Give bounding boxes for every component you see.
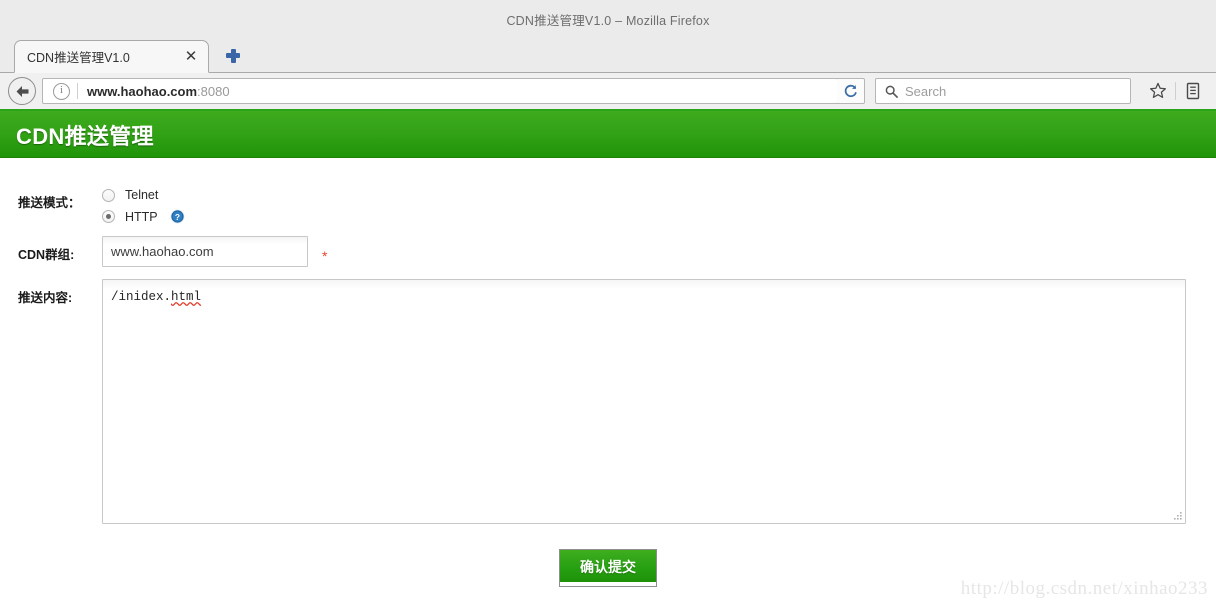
radio-telnet[interactable] <box>102 188 115 202</box>
library-glyph <box>1186 82 1200 100</box>
url-host: www.haohao.com <box>87 83 198 99</box>
form-row-mode: 推送模式： Telnet HTTP ? <box>0 180 1216 224</box>
cdn-group-input[interactable] <box>102 236 308 267</box>
watermark: http://blog.csdn.net/xinhao233 <box>960 578 1208 599</box>
tab-strip: CDN推送管理V1.0 ✕ <box>0 38 1216 73</box>
mode-label: 推送模式： <box>18 196 81 210</box>
bookmark-star-icon[interactable] <box>1143 76 1173 106</box>
star-glyph <box>1149 82 1167 99</box>
url-text: www.haohao.com:8080 <box>87 84 230 99</box>
group-label: CDN群组: <box>18 248 75 262</box>
page-content: CDN推送管理 推送模式： Telnet HTTP ? CDN群组: www.h… <box>0 111 1216 604</box>
reload-glyph <box>844 84 857 97</box>
form-row-content: 推送内容: /inidex.html <box>0 279 1216 524</box>
window-title: CDN推送管理V1.0 – Mozilla Firefox <box>506 13 710 28</box>
plus-icon[interactable] <box>217 40 247 70</box>
browser-window: CDN推送管理V1.0 – Mozilla Firefox CDN推送管理V1.… <box>0 0 1216 604</box>
library-icon[interactable] <box>1178 76 1208 106</box>
url-port: :8080 <box>197 83 230 99</box>
reload-icon[interactable] <box>837 78 865 104</box>
radio-http[interactable] <box>102 210 115 223</box>
content-textarea-wrap: /inidex.html <box>102 279 1186 524</box>
navigation-toolbar: i www.haohao.com:8080 <box>0 73 1216 111</box>
info-icon[interactable]: i <box>53 82 70 100</box>
search-glyph <box>885 85 898 98</box>
help-icon[interactable]: ? <box>170 209 185 224</box>
back-arrow-icon[interactable] <box>8 77 36 105</box>
tab-title: CDN推送管理V1.0 <box>27 51 130 65</box>
radio-telnet-label[interactable]: Telnet <box>125 188 158 202</box>
back-arrow-glyph <box>16 85 28 97</box>
push-form: 推送模式： Telnet HTTP ? CDN群组: www.haohao.co… <box>0 158 1216 587</box>
url-bar[interactable]: i www.haohao.com:8080 <box>42 78 838 104</box>
push-content-textarea[interactable] <box>102 279 1186 524</box>
search-icon <box>885 85 898 98</box>
browser-tab[interactable]: CDN推送管理V1.0 ✕ <box>14 40 209 73</box>
url-divider <box>77 83 78 99</box>
window-titlebar: CDN推送管理V1.0 – Mozilla Firefox <box>0 0 1216 38</box>
svg-text:?: ? <box>175 212 180 222</box>
search-input[interactable] <box>905 83 1095 99</box>
radio-option-http[interactable]: HTTP ? <box>102 209 185 224</box>
radio-option-telnet[interactable]: Telnet <box>102 188 185 202</box>
submit-button[interactable]: 确认提交 <box>559 549 657 587</box>
form-row-group: CDN群组: * <box>0 236 1216 267</box>
toolbar-divider <box>1175 82 1176 100</box>
required-asterisk: * <box>322 247 328 264</box>
close-icon[interactable]: ✕ <box>183 49 199 65</box>
mode-radio-group: Telnet HTTP ? <box>102 180 185 224</box>
radio-http-label[interactable]: HTTP <box>125 210 158 224</box>
page-title: CDN推送管理 <box>16 123 154 149</box>
app-header: CDN推送管理 <box>0 111 1216 158</box>
help-glyph: ? <box>170 209 184 224</box>
content-label: 推送内容: <box>18 291 73 305</box>
search-bar[interactable] <box>875 78 1131 104</box>
